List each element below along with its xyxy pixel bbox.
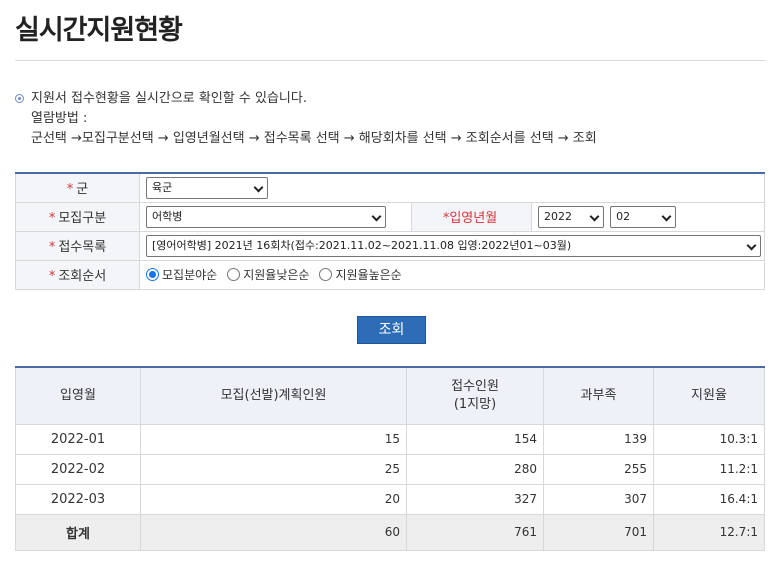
recruit-type-select[interactable]: 어학병 <box>146 205 386 228</box>
radio-button[interactable] <box>146 268 159 281</box>
enlist-year-select[interactable]: 2022 <box>538 205 604 228</box>
branch-label: * 군 <box>15 173 140 203</box>
chevron-down-icon <box>253 182 264 193</box>
chevron-down-icon <box>746 240 757 250</box>
application-list-select[interactable]: [영어어학병] 2021년 16회차(접수:2021.11.02~2021.11… <box>146 234 761 257</box>
bullet-icon <box>15 94 24 103</box>
page-title: 실시간지원현황 <box>15 15 183 46</box>
application-list-label: * 접수목록 <box>15 231 140 261</box>
required-mark: * <box>48 269 56 284</box>
required-mark: * <box>66 182 74 198</box>
radio-button[interactable] <box>319 268 333 281</box>
info-method-steps: 군선택 →모집구분선택 → 입영년월선택 → 접수목록 선택 → 해당회차를 선… <box>31 131 597 146</box>
chevron-down-icon <box>371 211 382 221</box>
form-row-sort: * 조회순서 모집분야순 지원율낮은순 지원율높은순 <box>15 260 765 290</box>
table-row: 2022-02 25 280 255 11.2:1 <box>15 454 765 485</box>
header-month: 입영월 <box>15 367 141 425</box>
search-form: * 군 육군 * 모집구분 어학병 *입영년월 2022 02 * 접수목록 [영어어… <box>15 172 765 290</box>
form-row-application: * 접수목록 [영어어학병] 2021년 16회차(접수:2021.11.02~2… <box>15 231 765 261</box>
info-section: 지원서 접수현황을 실시간으로 확인할 수 있습니다. 열람방법 : 군선택 →… <box>15 89 597 149</box>
enlist-month-label: *입영년월 <box>411 202 532 232</box>
radio-button[interactable] <box>227 268 241 281</box>
header-rate: 지원율 <box>653 367 765 425</box>
table-row: 2022-01 15 154 139 10.3:1 <box>15 424 765 455</box>
title-divider <box>15 60 766 61</box>
chevron-down-icon <box>589 211 600 221</box>
sort-order-label: * 조회순서 <box>15 260 140 290</box>
results-table: 입영월 모집(선발)계획인원 접수인원 (1지망) 과부족 지원율 2022-0… <box>15 366 765 551</box>
header-plan: 모집(선발)계획인원 <box>140 367 407 425</box>
sort-option-field[interactable]: 모집분야순 <box>146 266 217 283</box>
sort-option-rate-high[interactable]: 지원율높은순 <box>319 266 402 283</box>
form-row-branch: * 군 육군 <box>15 173 765 203</box>
search-button[interactable]: 조회 <box>357 316 426 344</box>
form-row-recruit: * 모집구분 어학병 *입영년월 2022 02 <box>15 202 765 232</box>
table-row: 2022-03 20 327 307 16.4:1 <box>15 484 765 515</box>
table-total-row: 합계 60 761 701 12.7:1 <box>15 514 765 551</box>
recruit-type-label: * 모집구분 <box>15 202 140 232</box>
chevron-down-icon <box>661 211 672 221</box>
header-applied: 접수인원 (1지망) <box>406 367 544 425</box>
info-method-label: 열람방법 : <box>31 111 88 126</box>
header-surplus: 과부족 <box>543 367 654 425</box>
enlist-month-select[interactable]: 02 <box>610 205 677 228</box>
branch-select[interactable]: 육군 <box>146 176 268 199</box>
sort-option-rate-low[interactable]: 지원율낮은순 <box>227 266 309 283</box>
required-mark: * <box>48 240 56 255</box>
info-description: 지원서 접수현황을 실시간으로 확인할 수 있습니다. <box>31 91 307 106</box>
required-mark: * <box>48 211 56 226</box>
sort-order-radios: 모집분야순 지원율낮은순 지원율높은순 <box>146 266 764 283</box>
table-header-row: 입영월 모집(선발)계획인원 접수인원 (1지망) 과부족 지원율 <box>15 367 765 425</box>
